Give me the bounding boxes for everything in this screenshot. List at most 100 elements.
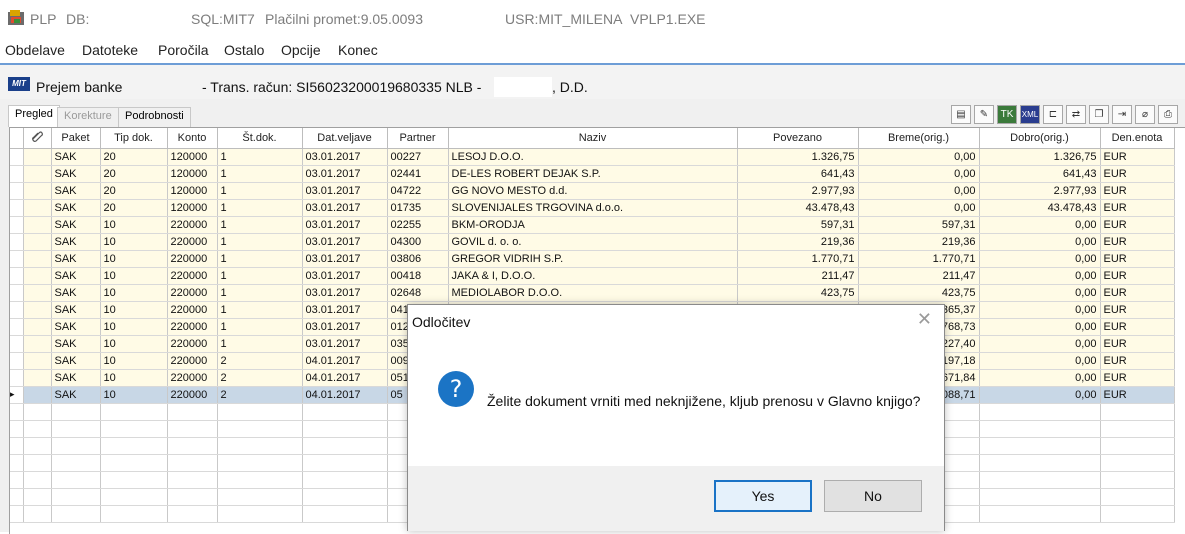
menu-konec[interactable]: Konec — [338, 42, 378, 58]
table-row[interactable]: SAK 10 220000 1 03.01.2017 02255 BKM-ORODJA 597… — [10, 216, 1175, 234]
table-cell: 20 — [100, 148, 168, 166]
col-tip-dok[interactable]: Tip dok. — [100, 128, 168, 149]
tab-pregled[interactable]: Pregled — [8, 105, 60, 127]
table-cell: 03.01.2017 — [302, 267, 388, 285]
table-row[interactable]: SAK 20 120000 1 03.01.2017 00227 LESOJ D.O.O. 1… — [10, 148, 1175, 166]
table-cell: 120000 — [167, 148, 218, 166]
table-cell: 00227 — [387, 148, 449, 166]
title-bar: PLP DB: SQL:MIT7 Plačilni promet:9.05.00… — [0, 0, 1185, 38]
report-icon[interactable]: ▤ — [951, 105, 971, 124]
table-row[interactable]: SAK 10 220000 1 03.01.2017 00418 JAKA & I, D.O… — [10, 267, 1175, 285]
col-partner[interactable]: Partner — [387, 128, 449, 149]
empty-cell — [1100, 505, 1175, 523]
table-row[interactable]: SAK 10 220000 1 03.01.2017 03806 GREGOR VIDRIH… — [10, 250, 1175, 268]
table-cell: 219,36 — [858, 233, 980, 251]
no-button[interactable]: No — [824, 480, 922, 512]
table-cell: 0,00 — [858, 199, 980, 217]
table-cell: SAK — [51, 165, 101, 183]
table-cell: 220000 — [167, 352, 218, 370]
attach-icon[interactable]: ⌀ — [1135, 105, 1155, 124]
tab-korekture[interactable]: Korekture — [57, 107, 119, 127]
menu-obdelave[interactable]: Obdelave — [5, 42, 65, 58]
menu-porocila[interactable]: Poročila — [158, 42, 209, 58]
close-icon[interactable]: ✕ — [917, 309, 932, 330]
table-cell: 423,75 — [858, 284, 980, 302]
col-konto[interactable]: Konto — [167, 128, 218, 149]
account-suffix: , D.D. — [552, 79, 588, 95]
table-row[interactable]: SAK 20 120000 1 03.01.2017 04722 GG NOVO MESTO… — [10, 182, 1175, 200]
tab-podrobnosti[interactable]: Podrobnosti — [118, 107, 191, 127]
table-cell: 10 — [100, 267, 168, 285]
table-cell: 1.770,71 — [858, 250, 980, 268]
table-cell: 597,31 — [858, 216, 980, 234]
table-cell: 0,00 — [979, 352, 1101, 370]
empty-cell — [217, 505, 303, 523]
table-cell: 0,00 — [858, 165, 980, 183]
table-cell: 423,75 — [737, 284, 859, 302]
table-cell: 211,47 — [858, 267, 980, 285]
table-row[interactable]: SAK 20 120000 1 03.01.2017 01735 SLOVENIJALES … — [10, 199, 1175, 217]
table-cell: SAK — [51, 148, 101, 166]
export-icon[interactable]: ⇥ — [1112, 105, 1132, 124]
empty-cell — [100, 471, 168, 489]
print-icon[interactable]: ⎙ — [1158, 105, 1178, 124]
empty-cell — [1100, 437, 1175, 455]
table-cell: SAK — [51, 284, 101, 302]
table-cell: 1.326,75 — [737, 148, 859, 166]
table-cell: 04.01.2017 — [302, 352, 388, 370]
copy-doc-icon[interactable]: ❐ — [1089, 105, 1109, 124]
table-cell: 2.977,93 — [979, 182, 1101, 200]
menu-opcije[interactable]: Opcije — [281, 42, 321, 58]
transfer-icon[interactable]: ⇄ — [1066, 105, 1086, 124]
col-den-enota[interactable]: Den.enota — [1100, 128, 1175, 149]
empty-cell — [1100, 420, 1175, 438]
table-cell: 220000 — [167, 318, 218, 336]
empty-cell — [51, 471, 101, 489]
table-cell: 1 — [217, 216, 303, 234]
table-cell: 0,00 — [979, 267, 1101, 285]
tk-icon[interactable]: TK — [997, 105, 1017, 124]
attachment-cell — [23, 216, 52, 234]
table-row[interactable]: SAK 10 220000 1 03.01.2017 04300 GOVIL d. o. o… — [10, 233, 1175, 251]
table-cell: 0,00 — [979, 250, 1101, 268]
table-cell: SAK — [51, 199, 101, 217]
empty-cell — [302, 403, 388, 421]
col-st-dok[interactable]: Št.dok. — [217, 128, 303, 149]
table-cell: EUR — [1100, 267, 1175, 285]
tree-icon[interactable]: ⊏ — [1043, 105, 1063, 124]
col-povezano[interactable]: Povezano — [737, 128, 859, 149]
table-cell: 10 — [100, 301, 168, 319]
table-cell: 1 — [217, 284, 303, 302]
table-cell: SAK — [51, 301, 101, 319]
question-icon: ? — [438, 371, 474, 407]
empty-cell — [100, 505, 168, 523]
table-row[interactable]: SAK 20 120000 1 03.01.2017 02441 DE-LES ROBERT… — [10, 165, 1175, 183]
table-cell: 2 — [217, 369, 303, 387]
col-paket[interactable]: Paket — [51, 128, 101, 149]
table-cell: 1.770,71 — [737, 250, 859, 268]
empty-cell — [217, 437, 303, 455]
empty-cell — [979, 437, 1101, 455]
empty-cell — [302, 420, 388, 438]
table-cell: EUR — [1100, 301, 1175, 319]
redacted-field — [494, 77, 552, 97]
col-dat-veljave[interactable]: Dat.veljave — [302, 128, 388, 149]
menu-datoteke[interactable]: Datoteke — [82, 42, 138, 58]
col-naziv[interactable]: Naziv — [448, 128, 738, 149]
table-cell: 43.478,43 — [737, 199, 859, 217]
table-cell: 220000 — [167, 301, 218, 319]
xml-icon[interactable]: XML — [1020, 105, 1040, 124]
table-cell: 10 — [100, 216, 168, 234]
empty-cell — [23, 437, 52, 455]
menu-ostalo[interactable]: Ostalo — [224, 42, 264, 58]
row-indicator — [10, 233, 24, 251]
col-dobro[interactable]: Dobro(orig.) — [979, 128, 1101, 149]
empty-cell — [51, 403, 101, 421]
col-breme[interactable]: Breme(orig.) — [858, 128, 980, 149]
edit-pen-icon[interactable]: ✎ — [974, 105, 994, 124]
row-indicator — [10, 250, 24, 268]
paperclip-icon[interactable] — [23, 128, 52, 149]
empty-cell — [167, 437, 218, 455]
table-row[interactable]: SAK 10 220000 1 03.01.2017 02648 MEDIOLABOR D.… — [10, 284, 1175, 302]
yes-button[interactable]: Yes — [714, 480, 812, 512]
